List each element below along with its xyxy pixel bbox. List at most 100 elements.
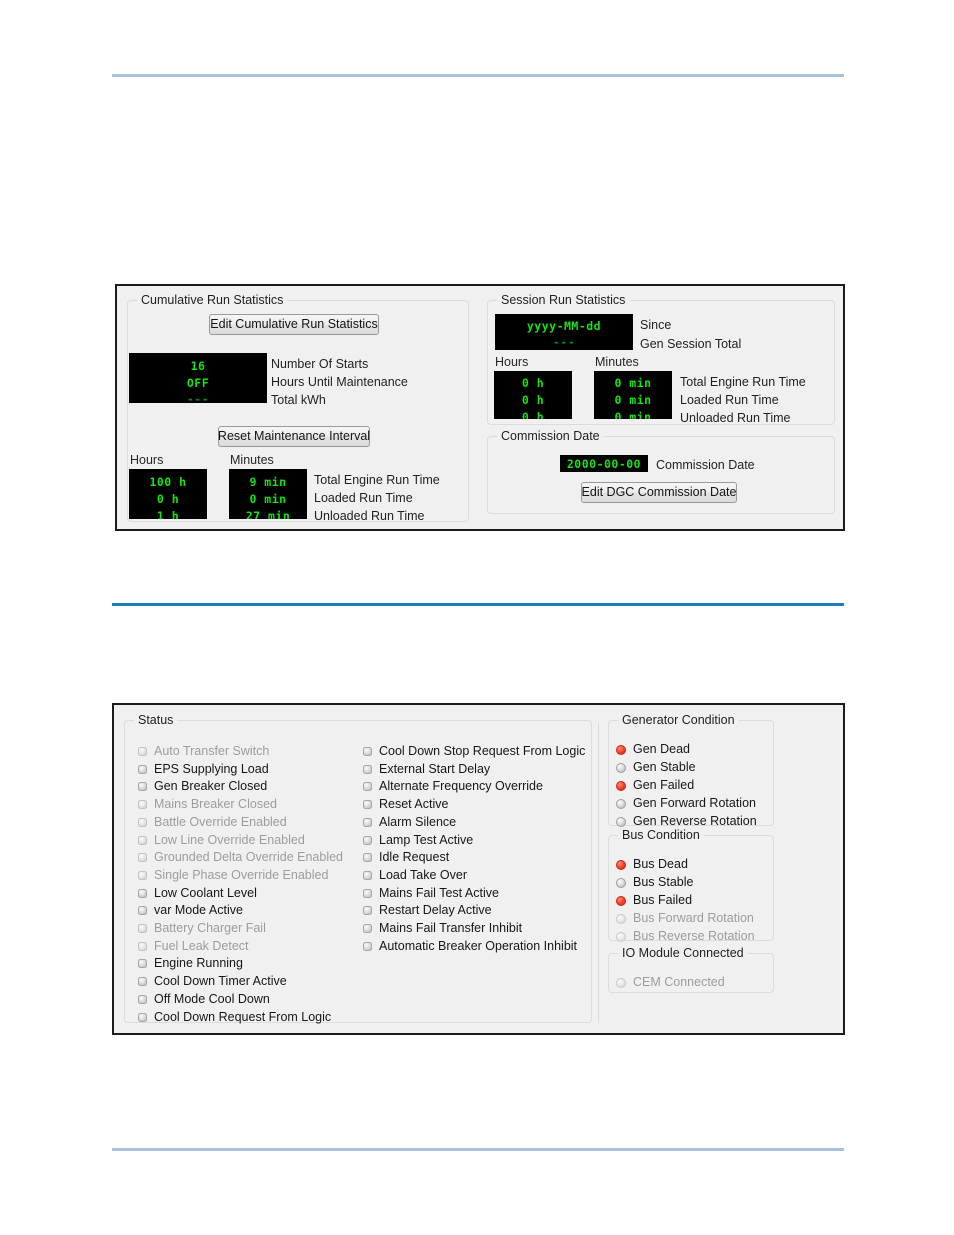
session-runtime-label-0: Total Engine Run Time [680, 375, 806, 389]
led-indicator-off [616, 877, 626, 888]
status-item-label: Mains Fail Test Active [379, 885, 499, 900]
status-item-label: Auto Transfer Switch [154, 744, 270, 758]
session-hours-column-header: Hours [495, 355, 529, 369]
led-indicator-off [138, 817, 147, 827]
cumulative-runtime-label-1: Loaded Run Time [314, 491, 413, 505]
status-item-label: Automatic Breaker Operation Inhibit [379, 938, 578, 953]
bus-condition-item-label: Bus Reverse Rotation [633, 929, 755, 943]
status-item-row: Grounded Delta Override Enabled [138, 851, 343, 864]
status-item-row: Cool Down Request From Logic [138, 1009, 332, 1024]
session-runtime-label-1: Loaded Run Time [680, 393, 779, 407]
status-item-label: EPS Supplying Load [154, 761, 269, 776]
status-item-row: Fuel Leak Detect [138, 938, 249, 953]
session-gen-session-total-label: Gen Session Total [640, 337, 742, 351]
led-indicator-off [363, 782, 372, 792]
cumulative-hours-value-0: 100 h [149, 475, 187, 489]
led-indicator-off [363, 941, 372, 951]
generator-condition-item-row: Gen Stable [616, 761, 696, 774]
cumulative-minutes-value-2: 27 min [245, 509, 291, 519]
status-item-label: Off Mode Cool Down [154, 991, 270, 1006]
cumulative-minutes-value-1: 0 min [249, 492, 287, 506]
generator-condition-title: Generator Condition [618, 713, 739, 727]
session-minutes-lcd: 0 min 0 min 0 min [594, 371, 672, 419]
cumulative-runtime-label-2: Unloaded Run Time [314, 509, 425, 523]
led-indicator-off [363, 764, 372, 774]
led-indicator-on [616, 780, 626, 791]
led-indicator-off [138, 906, 147, 916]
status-item-label: Idle Request [379, 850, 450, 865]
cumulative-readout-value-2: --- [186, 392, 210, 403]
led-indicator-off [363, 817, 372, 827]
status-item-row: Battery Charger Fail [138, 922, 266, 935]
led-indicator-off [138, 1012, 147, 1022]
commission-date-title: Commission Date [497, 429, 604, 443]
session-hours-value-1: 0 h [521, 393, 545, 407]
session-since-value-0: yyyy-MM-dd [526, 319, 602, 333]
status-item-label: Alternate Frequency Override [379, 779, 543, 794]
cumulative-run-statistics-title: Cumulative Run Statistics [137, 293, 288, 307]
cumulative-readout-value-1: OFF [186, 376, 210, 390]
status-item-row: Mains Fail Test Active [363, 885, 499, 900]
led-indicator-off [138, 888, 147, 898]
led-indicator-off [363, 906, 372, 916]
bus-condition-item-row: Bus Reverse Rotation [616, 930, 755, 943]
commission-date-label: Commission Date [656, 458, 755, 472]
status-item-row: Engine Running [138, 957, 243, 970]
status-item-row: Mains Fail Transfer Inhibit [363, 922, 522, 935]
status-item-label: Reset Active [379, 797, 449, 812]
bus-condition-item-label: Bus Dead [633, 857, 688, 871]
led-indicator-off [138, 959, 147, 969]
status-item-row: Auto Transfer Switch [138, 745, 269, 758]
commission-date-lcd: 2000-00-00 [560, 455, 648, 472]
status-item-label: Mains Breaker Closed [154, 797, 277, 812]
led-indicator-off [616, 798, 626, 809]
led-indicator-off [363, 747, 372, 756]
status-item-label: Cool Down Request From Logic [154, 1009, 332, 1024]
cumulative-readout-label-1: Hours Until Maintenance [271, 375, 408, 389]
status-item-row: Load Take Over [363, 868, 467, 882]
page-rule-bottom [112, 1148, 844, 1151]
session-minutes-value-0: 0 min [614, 376, 652, 390]
edit-cumulative-run-statistics-button[interactable]: Edit Cumulative Run Statistics [209, 314, 379, 335]
led-indicator-off [138, 782, 147, 792]
io-module-connected-title: IO Module Connected [618, 946, 748, 960]
status-item-label: Fuel Leak Detect [154, 938, 249, 953]
status-item-label: Cool Down Timer Active [154, 974, 287, 989]
session-run-statistics-title: Session Run Statistics [497, 293, 630, 307]
status-item-row: Battle Override Enabled [138, 814, 287, 829]
cumulative-readout-label-0: Number Of Starts [271, 357, 369, 371]
status-item-label: Battery Charger Fail [154, 921, 266, 935]
led-indicator-on [616, 895, 626, 906]
generator-condition-item-label: Gen Stable [633, 760, 696, 774]
status-item-label: Single Phase Override Enabled [154, 867, 329, 882]
status-item-label: Battle Override Enabled [154, 814, 287, 829]
status-window-divider [598, 723, 599, 1023]
led-indicator-off [138, 870, 147, 880]
status-item-row: Gen Breaker Closed [138, 780, 267, 793]
cumulative-hours-column-header: Hours [130, 453, 164, 467]
led-indicator-off [138, 853, 147, 863]
cumulative-minutes-column-header: Minutes [230, 453, 274, 467]
generator-condition-item-row: Gen Reverse Rotation [616, 815, 757, 828]
cumulative-hours-value-2: 1 h [156, 509, 180, 519]
led-indicator-off [138, 977, 147, 987]
cumulative-readout-label-2: Total kWh [271, 393, 326, 407]
bus-condition-item-label: Bus Forward Rotation [633, 911, 754, 925]
edit-dgc-commission-date-button[interactable]: Edit DGC Commission Date [581, 482, 737, 503]
status-item-label: Alarm Silence [379, 814, 457, 829]
status-item-row: Off Mode Cool Down [138, 991, 270, 1006]
led-indicator-off [363, 888, 372, 898]
session-runtime-label-2: Unloaded Run Time [680, 411, 791, 425]
status-item-row: EPS Supplying Load [138, 761, 269, 776]
reset-maintenance-interval-button[interactable]: Reset Maintenance Interval [218, 426, 370, 447]
status-item-label: External Start Delay [379, 761, 491, 776]
bus-condition-item-row: Bus Dead [616, 858, 688, 871]
bus-condition-title: Bus Condition [618, 828, 704, 842]
status-window: Status Auto Transfer Switch EPS Supplying… [112, 703, 845, 1035]
led-indicator-on [616, 744, 626, 755]
io-module-item-row: CEM Connected [616, 976, 725, 989]
status-item-row: Low Line Override Enabled [138, 833, 305, 847]
cumulative-minutes-lcd: 9 min 0 min 27 min [229, 469, 307, 519]
run-statistics-window: Cumulative Run Statistics Edit Cumulativ… [115, 284, 845, 531]
generator-condition-item-row: Gen Failed [616, 779, 694, 792]
